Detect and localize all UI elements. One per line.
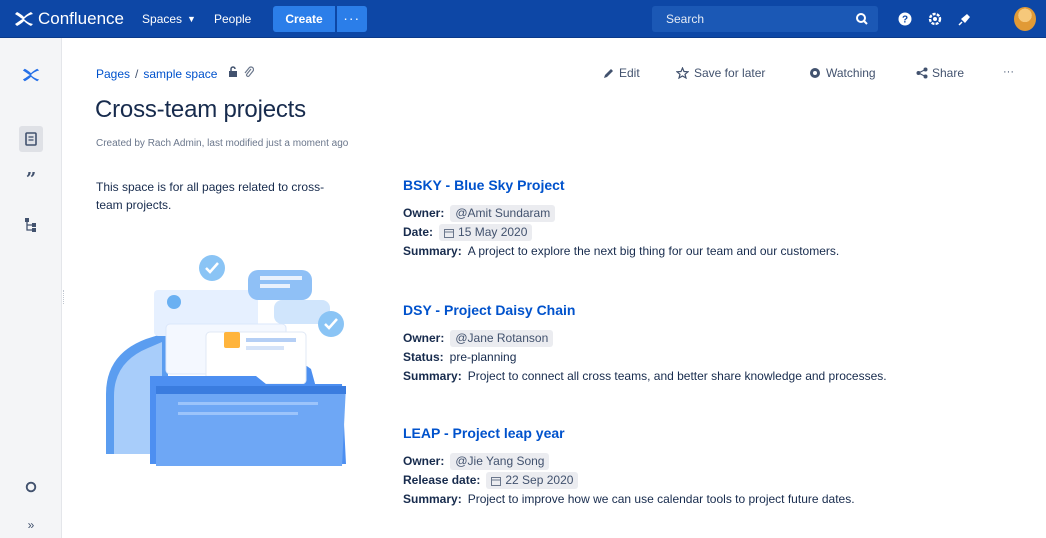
- brand-name: Confluence: [38, 8, 125, 28]
- search-input[interactable]: Search: [652, 6, 878, 32]
- share-icon: [916, 67, 928, 79]
- hierarchy-icon[interactable]: [20, 214, 42, 236]
- owner-row: Owner: @Amit Sundaram: [403, 204, 839, 223]
- pencil-icon: [604, 69, 613, 78]
- sidebar-resize-handle[interactable]: [63, 290, 67, 304]
- confluence-home-link[interactable]: Confluence: [14, 9, 124, 29]
- watching-button[interactable]: Watching: [809, 66, 876, 80]
- date-chip[interactable]: 22 Sep 2020: [486, 472, 579, 489]
- summary-text: A project to explore the next big thing …: [467, 244, 840, 258]
- edit-label: Edit: [619, 66, 640, 80]
- edit-button[interactable]: Edit: [603, 66, 640, 80]
- breadcrumb-space[interactable]: sample space: [143, 67, 217, 81]
- summary-label: Summary:: [403, 492, 462, 506]
- search-icon[interactable]: [856, 6, 868, 41]
- eye-icon: [810, 68, 820, 78]
- summary-label: Summary:: [403, 369, 462, 383]
- confluence-logo-icon[interactable]: [20, 64, 42, 86]
- user-mention[interactable]: @Jie Yang Song: [450, 453, 550, 470]
- people-link[interactable]: People: [214, 12, 251, 26]
- status-value: pre-planning: [449, 350, 517, 364]
- page-byline: Created by Rach Admin, last modified jus…: [96, 138, 349, 149]
- release-date-label: Release date:: [403, 473, 481, 487]
- pages-icon[interactable]: [19, 126, 43, 152]
- user-mention[interactable]: @Jane Rotanson: [450, 330, 554, 347]
- create-more-button[interactable]: ···: [336, 5, 367, 32]
- status-row: Status: pre-planning: [403, 348, 887, 367]
- avatar[interactable]: [1014, 7, 1036, 31]
- more-actions-button[interactable]: ···: [1003, 66, 1014, 78]
- summary-row: Summary: Project to connect all cross te…: [403, 367, 887, 386]
- watching-label: Watching: [826, 66, 876, 80]
- breadcrumb: Pages / sample space: [96, 66, 255, 81]
- space-sidebar: ” »: [0, 38, 62, 538]
- quote-icon[interactable]: ”: [20, 168, 42, 190]
- project-dsy: DSY - Project Daisy Chain Owner: @Jane R…: [403, 302, 887, 386]
- spaces-menu[interactable]: Spaces ▼: [142, 12, 196, 26]
- owner-label: Owner:: [403, 454, 445, 468]
- spaces-label: Spaces: [142, 11, 183, 26]
- notifications-icon[interactable]: [956, 10, 974, 28]
- status-label: Status:: [403, 350, 444, 364]
- confluence-logo-icon: [15, 11, 33, 26]
- release-date-row: Release date: 22 Sep 2020: [403, 471, 855, 490]
- summary-row: Summary: Project to improve how we can u…: [403, 490, 855, 509]
- date-value: 15 May 2020: [458, 225, 528, 239]
- restrictions-icon[interactable]: [227, 66, 239, 81]
- owner-label: Owner:: [403, 206, 445, 220]
- summary-text: Project to improve how we can use calend…: [467, 492, 855, 506]
- date-label: Date:: [403, 225, 434, 239]
- settings-icon[interactable]: [926, 10, 944, 28]
- share-button[interactable]: Share: [916, 66, 964, 80]
- breadcrumb-separator: /: [135, 66, 139, 81]
- date-value: 22 Sep 2020: [505, 473, 574, 487]
- date-row: Date: 15 May 2020: [403, 223, 839, 242]
- create-button[interactable]: Create: [273, 5, 335, 32]
- help-icon[interactable]: ?: [896, 10, 914, 28]
- calendar-icon: [444, 228, 455, 238]
- project-leap: LEAP - Project leap year Owner: @Jie Yan…: [403, 425, 855, 509]
- owner-row: Owner: @Jane Rotanson: [403, 329, 887, 348]
- top-navigation-bar: Confluence Spaces ▼ People Create ··· Se…: [0, 0, 1046, 38]
- project-bsky: BSKY - Blue Sky Project Owner: @Amit Sun…: [403, 177, 839, 261]
- date-chip[interactable]: 15 May 2020: [439, 224, 533, 241]
- project-title-link[interactable]: BSKY - Blue Sky Project: [403, 177, 839, 193]
- owner-label: Owner:: [403, 331, 445, 345]
- star-icon: [676, 67, 689, 79]
- owner-row: Owner: @Jie Yang Song: [403, 452, 855, 471]
- expand-icon[interactable]: »: [20, 514, 42, 536]
- team-collaboration-illustration: [106, 255, 346, 466]
- settings-icon[interactable]: [20, 476, 42, 498]
- page-title: Cross-team projects: [95, 96, 306, 123]
- share-label: Share: [932, 66, 965, 80]
- search-placeholder: Search: [666, 12, 705, 26]
- project-title-link[interactable]: DSY - Project Daisy Chain: [403, 302, 887, 318]
- chevron-down-icon: ▼: [187, 13, 196, 24]
- space-description: This space is for all pages related to c…: [96, 180, 325, 212]
- summary-label: Summary:: [403, 244, 462, 258]
- attachment-icon[interactable]: [244, 66, 255, 81]
- user-mention[interactable]: @Amit Sundaram: [450, 205, 556, 222]
- summary-text: Project to connect all cross teams, and …: [467, 369, 887, 383]
- summary-row: Summary: A project to explore the next b…: [403, 242, 839, 261]
- svg-text:?: ?: [902, 15, 908, 26]
- breadcrumb-pages[interactable]: Pages: [96, 67, 130, 81]
- save-for-later-button[interactable]: Save for later: [676, 66, 765, 80]
- save-for-later-label: Save for later: [694, 66, 766, 80]
- calendar-icon: [491, 476, 502, 486]
- project-title-link[interactable]: LEAP - Project leap year: [403, 425, 855, 441]
